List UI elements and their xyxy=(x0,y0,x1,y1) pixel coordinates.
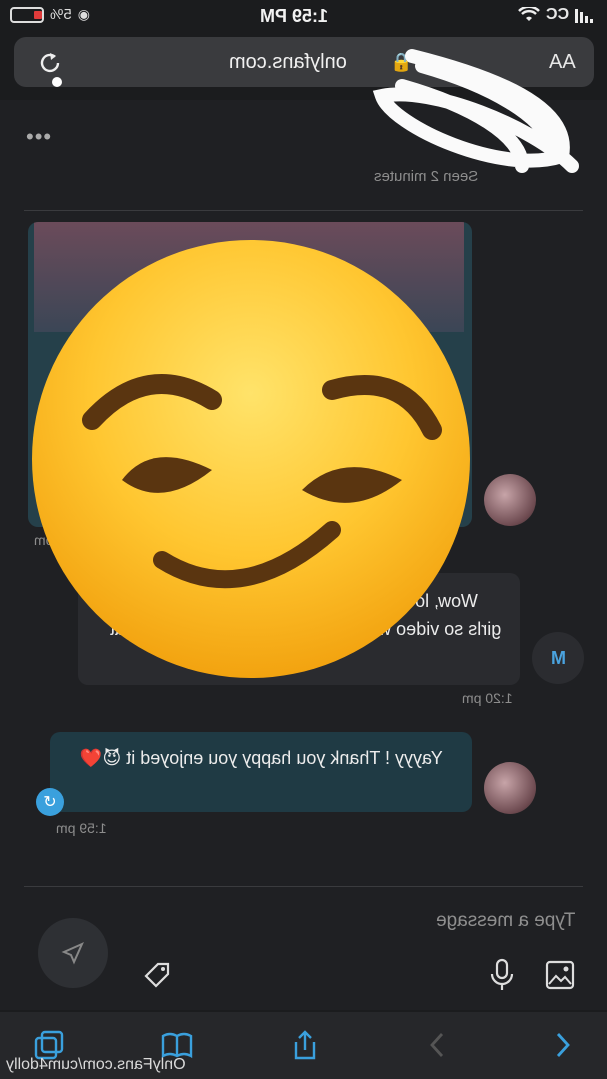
signal-icon xyxy=(575,9,593,23)
incoming-message-text: Yayyy ! Thank you happy you enjoyed it 😈… xyxy=(80,748,443,768)
more-options-icon[interactable]: ••• xyxy=(26,124,52,150)
send-icon xyxy=(61,942,84,965)
url-domain[interactable]: onlyfans.com xyxy=(229,51,347,74)
incoming-message-bubble[interactable]: Yayyy ! Thank you happy you enjoyed it 😈… xyxy=(50,732,472,812)
reload-icon[interactable] xyxy=(36,49,64,77)
status-bar: 5% ◉ 1:59 PM CC xyxy=(0,0,607,34)
smirk-face-icon xyxy=(82,374,442,589)
redaction-scribble xyxy=(372,49,579,173)
battery-percent: 5% xyxy=(50,6,72,23)
composer-divider xyxy=(24,886,583,887)
share-icon[interactable] xyxy=(288,1028,322,1062)
incoming-message-time: 1:59 pm xyxy=(56,820,107,836)
outgoing-message-time: 1:20 pm xyxy=(462,690,513,706)
wifi-icon xyxy=(517,7,540,21)
reply-icon[interactable]: ↻ xyxy=(36,788,64,816)
send-button[interactable] xyxy=(38,918,108,988)
carrier-label: CC xyxy=(545,6,569,23)
status-time: 1:59 PM xyxy=(260,6,329,26)
chat-thread[interactable]: ••• Seen 2 minutes I ar mes 12:17 pm Wow… xyxy=(0,100,607,1010)
status-left: 5% ◉ xyxy=(10,6,90,23)
image-icon[interactable] xyxy=(545,960,575,990)
user-avatar[interactable]: M xyxy=(532,632,584,684)
alarm-icon: ◉ xyxy=(77,6,90,22)
reload-indicator-dot xyxy=(52,77,62,87)
creator-avatar[interactable] xyxy=(484,762,536,814)
status-right: CC xyxy=(517,6,595,24)
header-divider xyxy=(24,210,583,211)
user-avatar-initial: M xyxy=(550,647,566,668)
chevron-left-icon[interactable] xyxy=(420,1028,454,1062)
chevron-right-icon[interactable] xyxy=(546,1028,580,1062)
battery-icon xyxy=(10,6,44,23)
message-input[interactable]: Type a message xyxy=(436,910,575,932)
microphone-icon[interactable] xyxy=(488,958,516,992)
smirk-emoji-overlay xyxy=(32,240,470,678)
price-tag-icon[interactable] xyxy=(140,958,174,992)
watermark: OnlyFans.com/cum4dolly xyxy=(6,1056,186,1073)
creator-avatar[interactable] xyxy=(484,474,536,526)
